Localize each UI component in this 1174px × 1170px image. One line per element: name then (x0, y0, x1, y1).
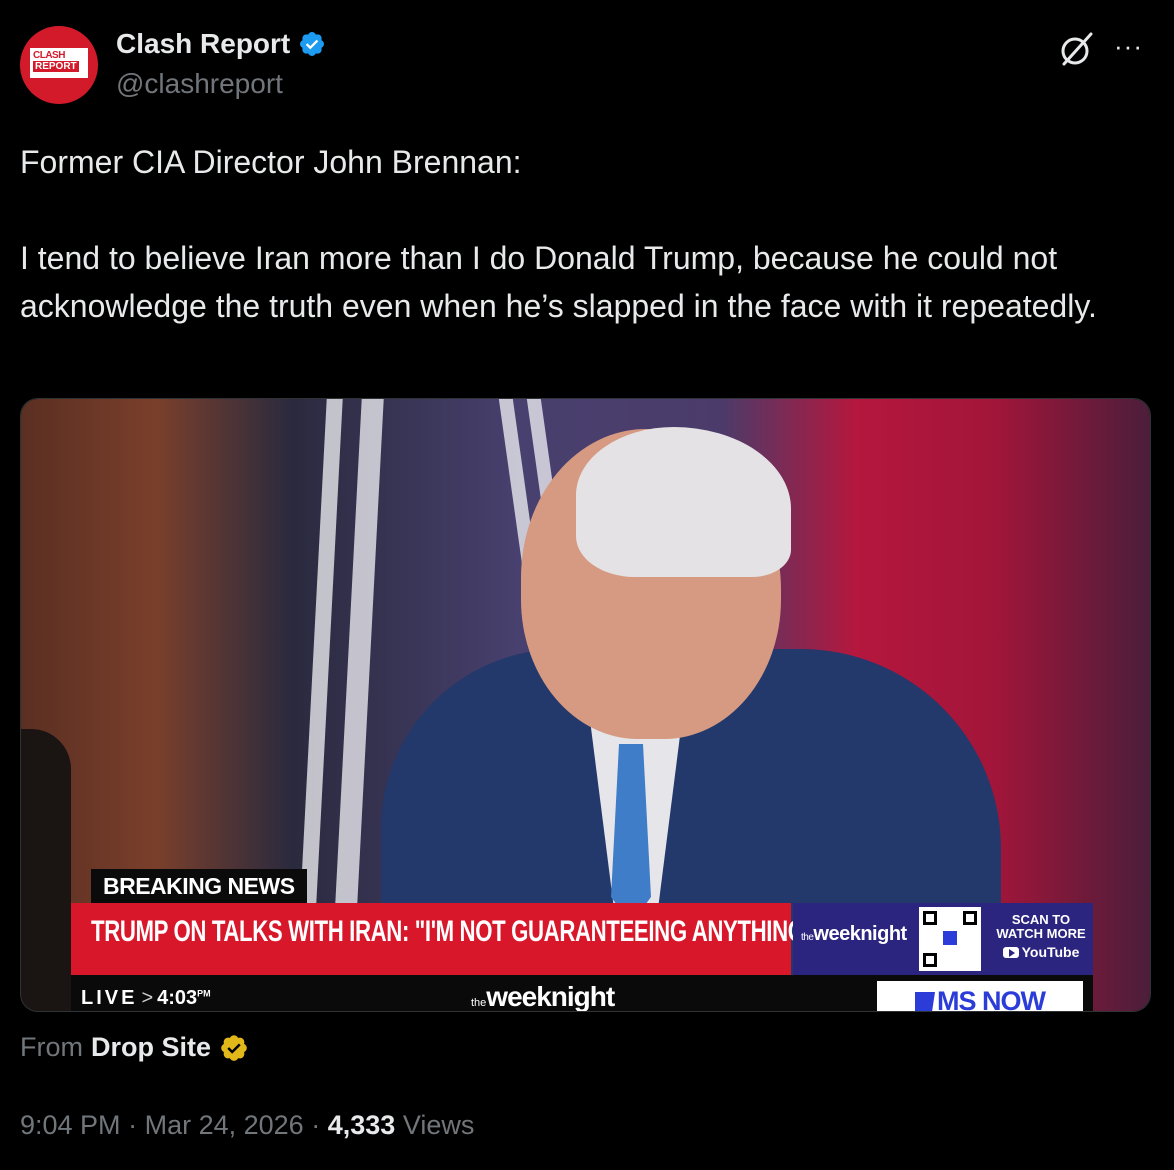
video-player[interactable]: BREAKING NEWS TRUMP ON TALKS WITH IRAN: … (20, 398, 1151, 1012)
tweet-line-2: I tend to believe Iran more than I do Do… (20, 240, 1097, 324)
flag-icon (915, 992, 935, 1011)
views-label: Views (402, 1110, 475, 1140)
verified-icon[interactable] (298, 30, 326, 58)
scan-to-watch: SCAN TO WATCH MORE YouTube (996, 912, 1086, 960)
source-attribution[interactable]: From Drop Site (20, 1032, 249, 1063)
breaking-news-label: BREAKING NEWS (91, 869, 307, 903)
views-count: 4,333 (327, 1110, 396, 1140)
ticker-brand: theweeknight (471, 981, 615, 1012)
chyron-headline: TRUMP ON TALKS WITH IRAN: "I'M NOT GUARA… (91, 915, 815, 948)
tweet-meta: 9:04 PM · Mar 24, 2026 · 4,333 Views (20, 1110, 475, 1140)
live-indicator: LIVE >4:03PM (81, 987, 211, 1009)
tweet-line-1: Former CIA Director John Brennan: (20, 144, 522, 180)
post-time[interactable]: 9:04 PM (20, 1110, 121, 1140)
source-from-label: From (20, 1032, 83, 1062)
author-handle[interactable]: @clashreport (116, 68, 283, 100)
promo-brand: theweeknight (801, 923, 907, 945)
qr-code (919, 907, 981, 971)
logo-line-1: CLASH (33, 50, 65, 61)
more-icon[interactable]: ··· (1114, 33, 1143, 59)
gold-verified-icon[interactable] (219, 1033, 249, 1063)
author-display-name-row[interactable]: Clash Report (116, 28, 326, 60)
source-name[interactable]: Drop Site (91, 1032, 211, 1063)
post-date[interactable]: Mar 24, 2026 (145, 1110, 304, 1140)
author-display-name[interactable]: Clash Report (116, 28, 290, 60)
avatar[interactable]: CLASH REPORT (20, 26, 98, 104)
grok-icon[interactable] (1058, 30, 1096, 68)
clash-report-logo: CLASH REPORT (30, 48, 88, 78)
youtube-label: YouTube (1002, 945, 1079, 959)
tweet-text: Former CIA Director John Brennan: I tend… (20, 138, 1160, 330)
youtube-icon (1002, 947, 1019, 958)
foreground-shoulder (21, 729, 71, 1011)
network-logo: MS NOW (877, 981, 1083, 1011)
logo-line-2: REPORT (33, 61, 79, 72)
